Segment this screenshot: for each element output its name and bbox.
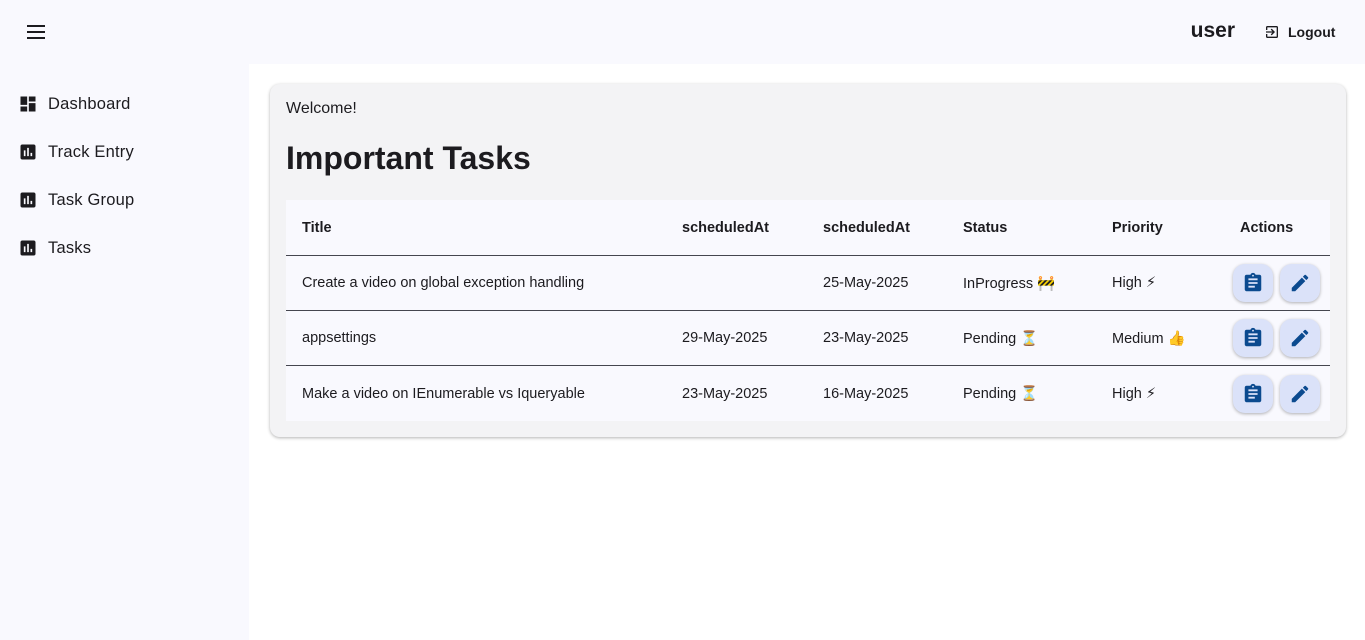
tasks-table: Title scheduledAt scheduledAt Status Pri… <box>286 200 1330 421</box>
edit-task-button[interactable] <box>1280 319 1320 357</box>
row-actions <box>1233 256 1320 310</box>
task-title: Create a video on global exception handl… <box>302 275 585 291</box>
row-actions <box>1233 311 1320 365</box>
sidebar-item-label: Tasks <box>48 238 92 257</box>
task-scheduled-at: 25-May-2025 <box>823 275 909 291</box>
task-scheduled-at: 23-May-2025 <box>682 385 768 402</box>
view-details-button[interactable] <box>1233 319 1273 357</box>
sidebar-item-task-group[interactable]: Task Group <box>0 176 249 224</box>
row-actions <box>1233 366 1320 421</box>
table-row: Create a video on global exception handl… <box>286 256 1330 311</box>
column-header-priority[interactable]: Priority <box>1112 200 1163 255</box>
sidebar-item-label: Track Entry <box>48 142 134 161</box>
task-priority: High ⚡ <box>1112 385 1157 402</box>
task-priority: Medium 👍 <box>1112 330 1186 347</box>
sidebar-item-track-entry[interactable]: Track Entry <box>0 128 249 176</box>
column-header-actions: Actions <box>1240 219 1294 236</box>
logout-label: Logout <box>1288 24 1336 40</box>
pencil-icon <box>1291 274 1309 292</box>
edit-task-button[interactable] <box>1280 264 1320 302</box>
task-status: InProgress 🚧 <box>963 275 1056 292</box>
sidebar-item-label: Dashboard <box>48 94 131 113</box>
table-header-row: Title scheduledAt scheduledAt Status Pri… <box>286 200 1330 256</box>
logout-button[interactable]: Logout <box>1256 16 1343 48</box>
clipboard-icon <box>1244 327 1262 347</box>
welcome-text: Welcome! <box>286 100 357 117</box>
pencil-icon <box>1291 329 1309 347</box>
task-priority: High ⚡ <box>1112 275 1157 291</box>
table-row: appsettings 29-May-2025 23-May-2025 Pend… <box>286 311 1330 366</box>
task-scheduled-at: 29-May-2025 <box>682 330 768 346</box>
sidebar-item-tasks[interactable]: Tasks <box>0 224 249 272</box>
task-scheduled-at: 23-May-2025 <box>823 330 909 346</box>
column-header-scheduled-at[interactable]: scheduledAt <box>682 200 769 255</box>
important-tasks-card: Welcome! Important Tasks Title scheduled… <box>270 84 1346 437</box>
edit-task-button[interactable] <box>1280 374 1320 413</box>
logout-icon <box>1266 26 1278 38</box>
dashboard-icon <box>20 96 36 112</box>
sidebar: Dashboard Track Entry Task Group Tasks <box>0 64 249 640</box>
view-details-button[interactable] <box>1233 374 1273 413</box>
table-row: Make a video on IEnumerable vs Iqueryabl… <box>286 366 1330 421</box>
bar-chart-icon <box>20 144 36 160</box>
username-label: user <box>1190 19 1235 42</box>
bar-chart-icon <box>20 192 36 208</box>
task-scheduled-at: 16-May-2025 <box>823 385 909 402</box>
bar-chart-icon <box>20 240 36 256</box>
column-header-title[interactable]: Title <box>302 200 332 255</box>
task-status: Pending ⏳ <box>963 386 1039 402</box>
sidebar-item-dashboard[interactable]: Dashboard <box>0 80 249 128</box>
clipboard-icon <box>1244 272 1262 292</box>
page-title: Important Tasks <box>286 140 531 176</box>
task-title: appsettings <box>302 330 377 346</box>
hamburger-menu-icon[interactable] <box>16 12 56 52</box>
sidebar-item-label: Task Group <box>48 190 135 209</box>
column-header-scheduled-at[interactable]: scheduledAt <box>823 200 910 255</box>
clipboard-icon <box>1244 383 1262 402</box>
top-app-bar: user Logout <box>0 0 1365 64</box>
task-status: Pending ⏳ <box>963 330 1039 347</box>
task-title: Make a video on IEnumerable vs Iqueryabl… <box>302 385 585 402</box>
column-header-status[interactable]: Status <box>963 200 1007 255</box>
view-details-button[interactable] <box>1233 264 1273 302</box>
pencil-icon <box>1291 385 1309 402</box>
